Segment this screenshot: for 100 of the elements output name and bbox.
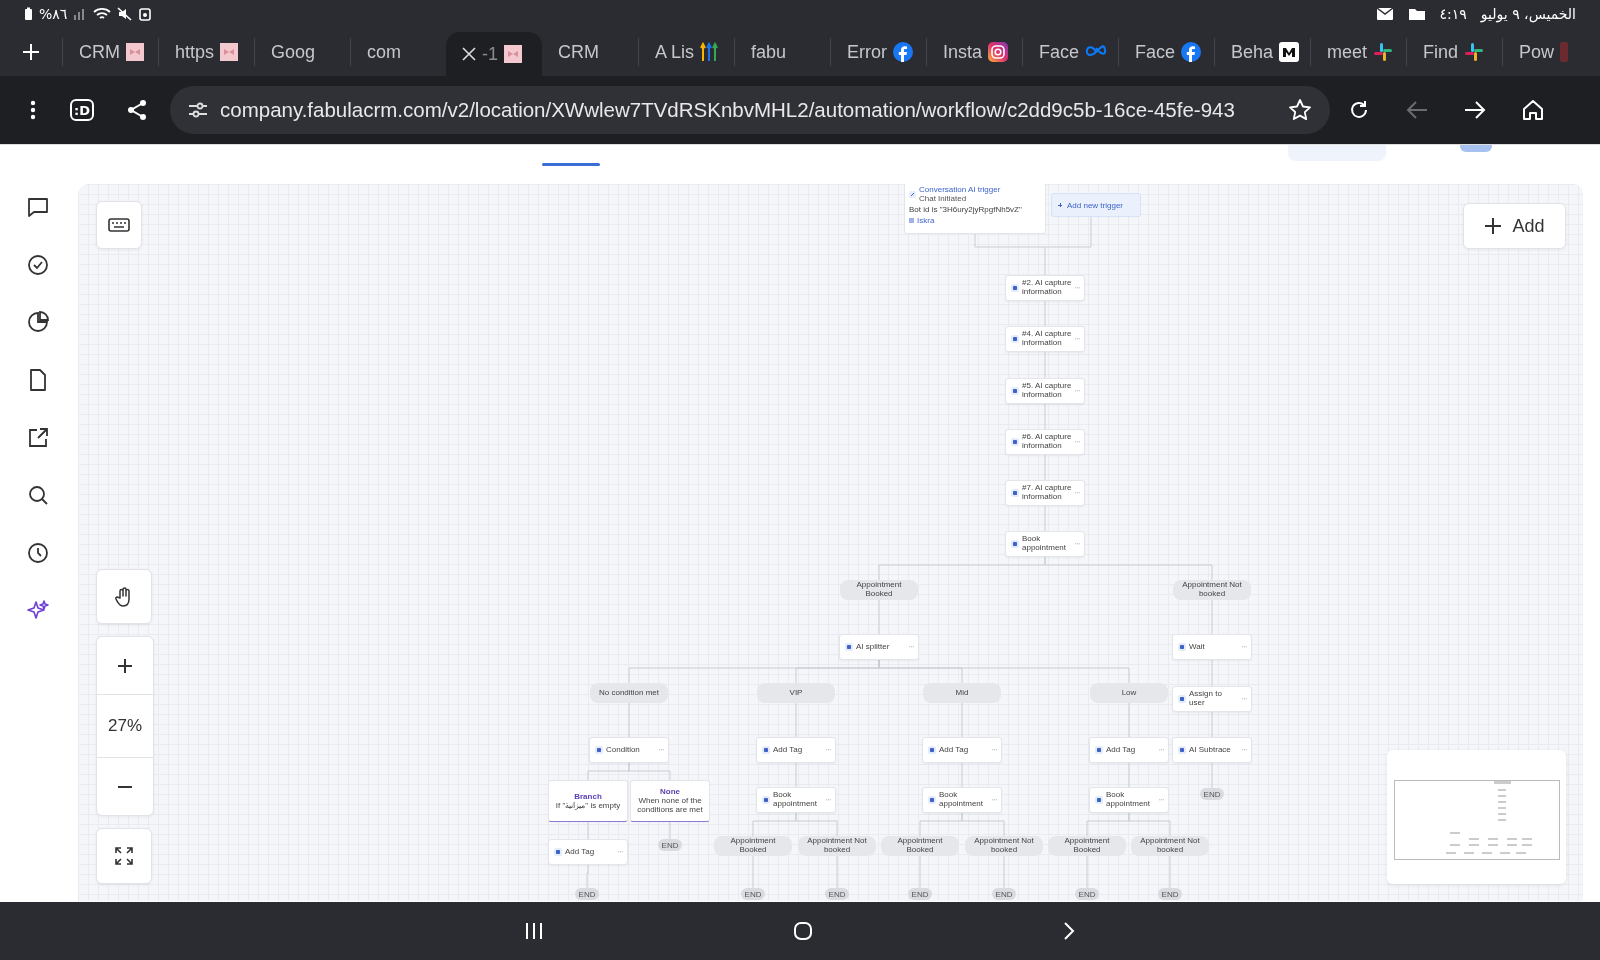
action-node[interactable]: Book appointment <box>1089 787 1169 813</box>
recent-apps-icon[interactable] <box>524 922 545 940</box>
mute-icon <box>117 7 134 21</box>
hand-tool-button[interactable] <box>96 569 152 624</box>
browser-tab[interactable]: Face <box>1118 38 1214 66</box>
branch-label: Low <box>1090 683 1168 703</box>
branch-node[interactable]: None When none of the conditions are met <box>630 780 710 822</box>
branch-label: Appointment Not booked <box>965 836 1043 856</box>
toggle-switch[interactable] <box>1460 145 1492 152</box>
close-icon[interactable] <box>462 47 476 61</box>
branch-label: Appointment Booked <box>840 580 918 600</box>
action-icon <box>1178 643 1186 651</box>
plus-icon <box>1484 217 1503 235</box>
browser-tab[interactable]: CRM <box>62 38 158 66</box>
trigger-card[interactable]: Conversation AI trigger Chat Initiated Bot id is "3H6ury2jyRpgfNh5vZ" Iskra <box>904 184 1046 234</box>
browser-tab[interactable]: -1 <box>446 32 542 76</box>
keyboard-button[interactable] <box>96 201 142 249</box>
end-label: END <box>1158 888 1182 900</box>
branch-label: Appointment Booked <box>714 836 792 856</box>
action-node[interactable]: #5. AI capture information <box>1005 378 1085 404</box>
wifi-icon <box>93 7 112 21</box>
action-node[interactable]: Book appointment <box>756 787 836 813</box>
end-label: END <box>658 839 682 851</box>
browser-tab[interactable]: https <box>158 38 254 66</box>
branch-label: Appointment Not booked <box>1173 580 1251 600</box>
bow-favicon-icon <box>126 43 144 61</box>
trigger-subtitle: Chat Initiated <box>919 194 968 203</box>
end-label: END <box>992 888 1016 900</box>
action-node[interactable]: AI Subtrace <box>1172 737 1252 763</box>
plus-icon <box>1058 203 1062 207</box>
browser-tab[interactable]: A Lis <box>638 38 734 66</box>
action-node[interactable]: Add Tag <box>1089 737 1169 763</box>
action-icon <box>1011 387 1019 395</box>
action-node[interactable]: Book appointment <box>922 787 1002 813</box>
branch-label: VIP <box>757 683 835 703</box>
history-icon[interactable] <box>26 541 50 565</box>
home-nav-icon[interactable] <box>793 921 813 941</box>
search-icon[interactable] <box>26 483 50 507</box>
action-icon <box>1011 335 1019 343</box>
action-node[interactable]: Assign to user <box>1172 686 1252 712</box>
action-node[interactable]: #7. AI capture information <box>1005 480 1085 506</box>
connector-line <box>1128 812 1171 837</box>
action-node[interactable]: Add Tag <box>756 737 836 763</box>
connector-line <box>795 812 838 837</box>
tune-icon[interactable] <box>188 101 208 119</box>
browser-tab[interactable]: Error <box>830 38 926 66</box>
hand-icon <box>115 586 133 607</box>
browser-tab[interactable]: Beha <box>1214 38 1310 66</box>
action-node[interactable]: Condition <box>589 737 669 763</box>
chevron-right-icon[interactable] <box>1061 921 1076 941</box>
fit-view-button[interactable] <box>96 828 152 884</box>
screenshot-button[interactable]: :D <box>70 99 94 121</box>
square-logo-icon <box>1279 42 1300 62</box>
plus-icon <box>118 658 132 673</box>
browser-tab[interactable]: meet <box>1310 38 1406 66</box>
branch-detail: When none of the conditions are met <box>636 797 704 815</box>
browser-tab[interactable]: CRM <box>542 38 638 66</box>
star-icon[interactable] <box>1288 98 1312 122</box>
trigger-link[interactable]: Iskra <box>917 216 935 225</box>
check-circle-icon[interactable] <box>26 253 50 277</box>
browser-tab[interactable]: Insta <box>926 38 1022 66</box>
clock-time: ٤:١٩ <box>1439 6 1467 22</box>
favicon-icon <box>1560 42 1568 62</box>
action-node[interactable]: AI splitter <box>839 634 919 660</box>
connector-line <box>961 812 1005 837</box>
date-text: الخميس، ٩ يوليو <box>1480 6 1576 22</box>
browser-tab[interactable]: Face <box>1022 38 1118 66</box>
browser-tab[interactable]: Goog <box>254 38 350 66</box>
browser-tab[interactable]: fabu <box>734 38 830 66</box>
action-node[interactable]: Wait <box>1172 634 1252 660</box>
action-node[interactable]: #2. AI capture information <box>1005 275 1085 301</box>
external-link-icon[interactable] <box>26 426 50 450</box>
chat-icon[interactable] <box>26 195 50 219</box>
camera-logo-icon <box>988 42 1009 62</box>
action-node[interactable]: Add Tag <box>922 737 1002 763</box>
branch-label: No condition met <box>590 683 668 703</box>
minimap[interactable] <box>1387 750 1566 884</box>
end-label: END <box>908 888 932 900</box>
browser-tab[interactable]: Pow <box>1502 38 1598 66</box>
branch-label: Mid <box>923 683 1001 703</box>
branch-detail: If "ميزانية" is empty <box>555 801 621 811</box>
action-icon <box>928 796 936 804</box>
action-node[interactable]: #4. AI capture information <box>1005 326 1085 352</box>
action-icon <box>845 643 853 651</box>
end-label: END <box>825 888 849 900</box>
address-bar[interactable]: company.fabulacrm.com/v2/location/XWwlew7TVdRSKnbvMHL2/automation/workflow/c2dd9c5b-16ce-45fe-943 <box>170 86 1330 134</box>
end-label: END <box>575 888 599 900</box>
f-logo-icon <box>1181 42 1202 62</box>
action-node[interactable]: Add Tag <box>548 839 628 865</box>
minus-icon <box>118 785 132 788</box>
add-button[interactable]: Add <box>1463 203 1566 249</box>
add-trigger-card[interactable]: Add new trigger <box>1051 193 1141 217</box>
bow-favicon-icon <box>220 43 239 61</box>
action-icon <box>762 746 770 754</box>
browser-tab[interactable]: Find <box>1406 38 1502 66</box>
f-logo-icon <box>893 42 913 62</box>
battery-icon <box>24 7 33 21</box>
pie-chart-icon[interactable] <box>26 310 50 334</box>
action-node[interactable]: #6. AI capture information <box>1005 429 1085 455</box>
action-node[interactable]: Book appointment <box>1005 531 1085 557</box>
